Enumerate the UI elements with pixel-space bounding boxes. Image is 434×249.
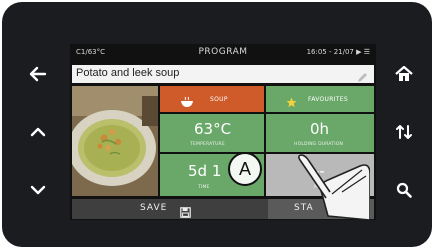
holding-value: 0h <box>310 120 330 138</box>
recipe-photo <box>72 86 158 196</box>
favourites-tile[interactable]: FAVOURITES <box>266 86 374 112</box>
touch-screen: C1/63°C PROGRAM 16:05 - 21/07 ▶ ☰ Potato… <box>70 44 376 220</box>
temperature-tile[interactable]: 63°C TEMPERATURE <box>160 114 264 152</box>
category-tile-soup[interactable]: SOUP <box>160 86 264 112</box>
status-bar: C1/63°C PROGRAM 16:05 - 21/07 ▶ ☰ <box>70 44 376 62</box>
holding-caption: HOLDING DURATION <box>294 142 344 147</box>
duration-value: 5d 1 <box>188 162 222 180</box>
search-icon[interactable] <box>386 174 422 206</box>
temperature-caption: TEMPERATURE <box>190 142 225 147</box>
holding-duration-tile[interactable]: 0h HOLDING DURATION <box>266 114 374 152</box>
floppy-disk-icon <box>180 203 191 220</box>
favourites-label: FAVOURITES <box>308 96 348 103</box>
pencil-icon[interactable] <box>357 68 368 87</box>
date-time: 16:05 - 21/07 ▶ ☰ <box>306 48 370 56</box>
save-button[interactable]: SAVE <box>72 199 268 219</box>
callout-marker: A <box>228 152 262 186</box>
up-chevron-icon[interactable] <box>20 116 56 148</box>
temperature-value: 63°C <box>194 120 232 138</box>
soup-bowl-icon <box>180 93 194 112</box>
soup-label: SOUP <box>210 96 228 103</box>
save-label: SAVE <box>140 203 168 213</box>
pointing-hand-icon <box>270 154 371 220</box>
home-icon[interactable] <box>386 58 422 90</box>
recipe-name: Potato and leek soup <box>76 67 180 79</box>
down-chevron-icon[interactable] <box>20 174 56 206</box>
control-panel: C1/63°C PROGRAM 16:05 - 21/07 ▶ ☰ Potato… <box>2 2 432 247</box>
star-icon <box>286 93 297 112</box>
recipe-name-field[interactable]: Potato and leek soup <box>72 65 374 83</box>
sort-arrows-icon[interactable] <box>386 116 422 148</box>
duration-caption: TIME <box>198 185 210 190</box>
back-arrow-icon[interactable] <box>20 58 56 90</box>
